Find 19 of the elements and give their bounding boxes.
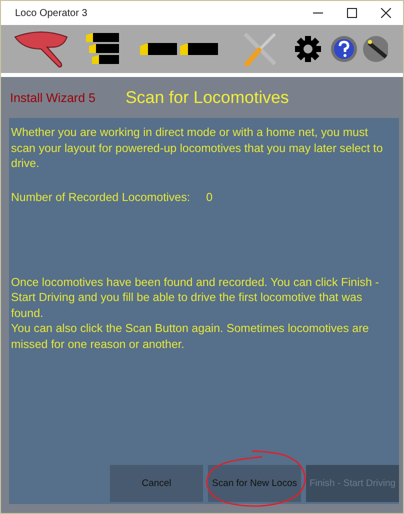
tools-icon (241, 30, 279, 68)
wizard-button[interactable]: Cancel (110, 465, 203, 502)
settings-icon (294, 35, 322, 63)
paddle-icon (13, 29, 69, 69)
wizard-step: Install Wizard 5 (10, 90, 96, 104)
locomotives-icon (85, 31, 121, 67)
page-title: Scan for Locomotives (125, 88, 289, 108)
locomotives-icon (139, 40, 219, 58)
count-label: Number of Recorded Locomotives: (11, 190, 190, 205)
note-text: You can also click the Scan Button again. Sometimes locomotives are missed for one reason or another. (11, 321, 370, 352)
window-title: Loco Operator 3 (15, 8, 88, 18)
close-icon (381, 8, 391, 18)
wizard-button[interactable]: Scan for New Locos (208, 465, 301, 502)
magic-wand-icon (362, 35, 388, 63)
intro-text: Whether you are working in direct mode or with a home net, you must scan your layout for powered-up locomotives that you may later select to drive. (11, 125, 384, 172)
help-icon (330, 35, 358, 63)
note-text: Once locomotives have been found and recorded. You can click Finish - Start Driving and you fill be able to drive the first locomotive that was found. (11, 274, 380, 321)
count-value: 0 (206, 190, 213, 205)
maximize-icon (347, 8, 357, 18)
